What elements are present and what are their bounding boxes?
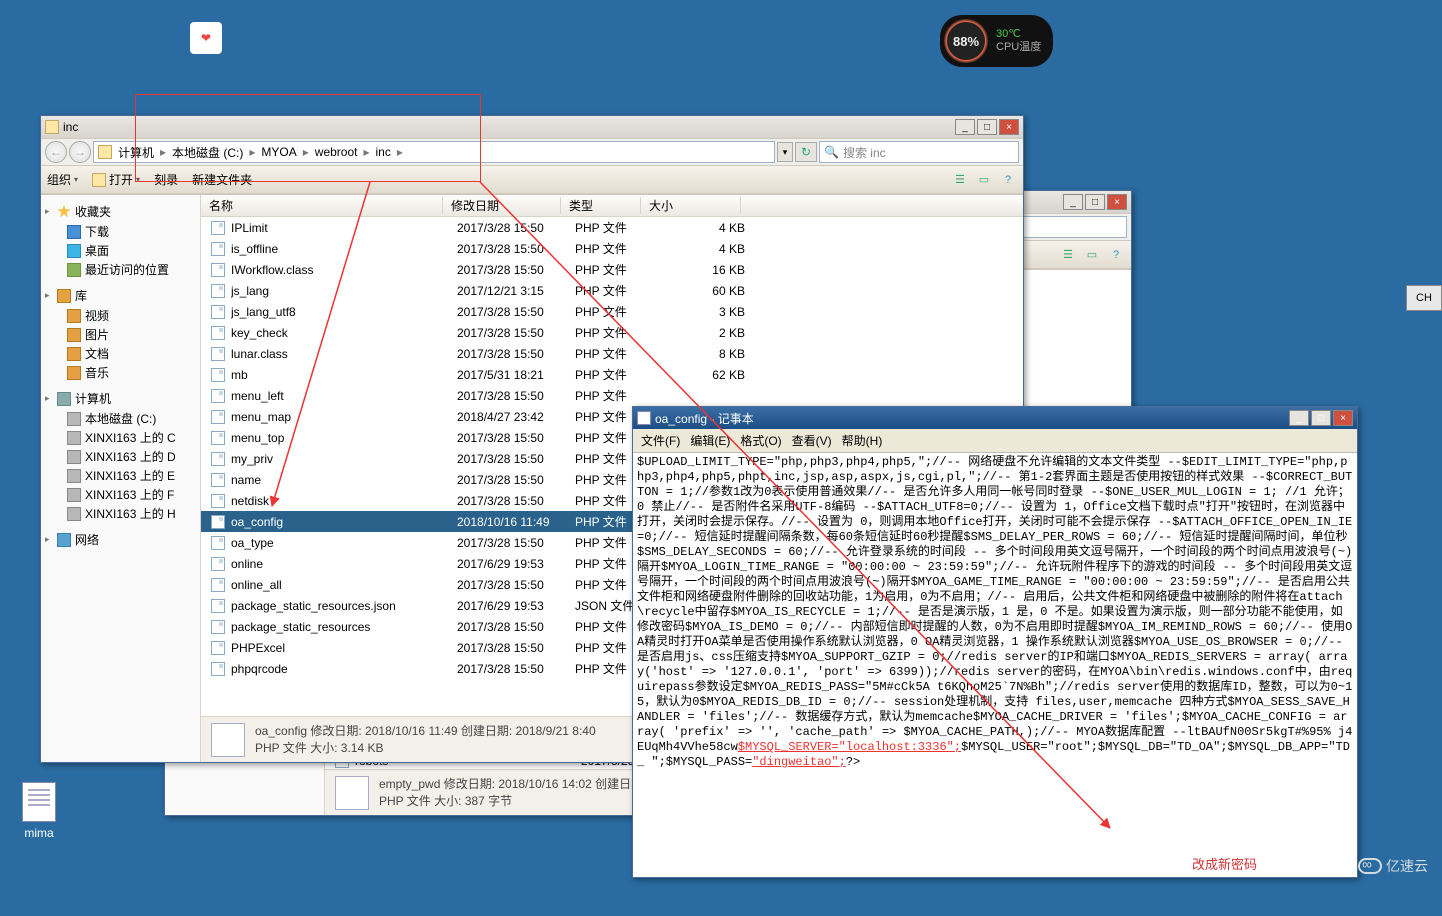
file-row[interactable]: lunar.class2017/3/28 15:50PHP 文件8 KB [201, 343, 1023, 364]
maximize-button[interactable]: □ [977, 119, 997, 135]
file-icon [211, 557, 225, 571]
file-icon [211, 263, 225, 277]
open-icon [92, 173, 106, 187]
refresh-button[interactable]: ↻ [795, 142, 817, 162]
notepad-window: oa_config - 记事本 _ □ × 文件(F) 编辑(E) 格式(O) … [632, 406, 1358, 878]
address-dropdown[interactable]: ▾ [777, 142, 793, 162]
cpu-temp-label: CPU温度 [996, 41, 1041, 54]
menu-help[interactable]: 帮助(H) [838, 431, 887, 450]
password-annotation: 改成新密码 [1192, 854, 1257, 873]
folder-icon [98, 145, 112, 159]
file-icon [211, 452, 225, 466]
file-row[interactable]: menu_left2017/3/28 15:50PHP 文件 [201, 385, 1023, 406]
highlighted-mysql-server: $MYSQL_SERVER="localhost:3336"; [738, 740, 961, 754]
minimize-button[interactable]: _ [1063, 194, 1083, 210]
file-icon [335, 776, 369, 810]
address-bar: ← → 计算机▸ 本地磁盘 (C:)▸ MYOA▸ webroot▸ inc▸ … [41, 138, 1023, 166]
performance-widget: 88% 30℃ CPU温度 [940, 15, 1053, 67]
file-icon [211, 305, 225, 319]
open-menu[interactable]: 打开▾ [92, 171, 140, 188]
minimize-button[interactable]: _ [955, 119, 975, 135]
file-icon [211, 389, 225, 403]
window-title: oa_config - 记事本 [655, 410, 754, 427]
ime-indicator[interactable]: CH [1406, 285, 1442, 311]
download-icon [67, 225, 81, 239]
file-row[interactable]: key_check2017/3/28 15:50PHP 文件2 KB [201, 322, 1023, 343]
menu-bar[interactable]: 文件(F) 编辑(E) 格式(O) 查看(V) 帮助(H) [633, 429, 1357, 453]
file-row[interactable]: js_lang_utf82017/3/28 15:50PHP 文件3 KB [201, 301, 1023, 322]
file-icon [211, 662, 225, 676]
close-button[interactable]: × [1333, 410, 1353, 426]
file-icon [211, 494, 225, 508]
file-icon [211, 723, 245, 757]
text-file-icon [22, 782, 56, 822]
file-icon [211, 620, 225, 634]
menu-file[interactable]: 文件(F) [637, 431, 684, 450]
maximize-button[interactable]: □ [1085, 194, 1105, 210]
file-icon [211, 431, 225, 445]
maximize-button[interactable]: □ [1311, 410, 1331, 426]
drive-icon [67, 412, 81, 426]
file-icon [211, 515, 225, 529]
file-row[interactable]: mb2017/5/31 18:21PHP 文件62 KB [201, 364, 1023, 385]
views-button[interactable]: ☰ [1059, 246, 1077, 264]
titlebar[interactable]: oa_config - 记事本 _ □ × [633, 407, 1357, 429]
memory-percent: 88% [944, 19, 988, 63]
window-title: inc [63, 120, 78, 134]
close-button[interactable]: × [999, 119, 1019, 135]
organize-menu[interactable]: 组织▾ [47, 171, 78, 188]
recent-icon [67, 263, 81, 277]
burn-menu[interactable]: 刻录 [154, 171, 178, 188]
notepad-icon [637, 411, 651, 425]
toolbar: 组织▾ 打开▾ 刻录 新建文件夹 ☰ ▭ ? [41, 166, 1023, 194]
star-icon [57, 205, 71, 219]
network-icon [57, 533, 71, 547]
back-button[interactable]: ← [45, 141, 67, 163]
preview-button[interactable]: ▭ [1083, 246, 1101, 264]
file-icon [211, 221, 225, 235]
file-icon [211, 599, 225, 613]
preview-button[interactable]: ▭ [975, 171, 993, 189]
file-icon [211, 242, 225, 256]
titlebar[interactable]: inc _ □ × [41, 116, 1023, 138]
views-button[interactable]: ☰ [951, 171, 969, 189]
help-button[interactable]: ? [999, 171, 1017, 189]
close-button[interactable]: × [1107, 194, 1127, 210]
file-row[interactable]: IWorkflow.class2017/3/28 15:50PHP 文件16 K… [201, 259, 1023, 280]
forward-button[interactable]: → [69, 141, 91, 163]
file-row[interactable]: js_lang2017/12/21 3:15PHP 文件60 KB [201, 280, 1023, 301]
cpu-temp: 30℃ [996, 28, 1041, 41]
file-icon [211, 347, 225, 361]
file-icon [211, 410, 225, 424]
menu-view[interactable]: 查看(V) [788, 431, 836, 450]
file-icon [211, 284, 225, 298]
file-icon [211, 368, 225, 382]
watermark-logo-icon [1358, 858, 1382, 874]
breadcrumb[interactable]: 计算机▸ 本地磁盘 (C:)▸ MYOA▸ webroot▸ inc▸ [93, 141, 775, 163]
folder-icon [45, 120, 59, 134]
menu-edit[interactable]: 编辑(E) [686, 431, 734, 450]
desktop-file-mima[interactable]: mima [14, 782, 64, 840]
file-icon [211, 473, 225, 487]
computer-icon [57, 392, 71, 406]
menu-format[interactable]: 格式(O) [736, 431, 785, 450]
desktop-icon [67, 244, 81, 258]
file-icon [211, 578, 225, 592]
nav-pane[interactable]: ▸收藏夹 下载 桌面 最近访问的位置 ▸库 视频 图片 文档 音乐 ▸计算机 本… [41, 195, 201, 762]
library-icon [57, 289, 71, 303]
new-folder-button[interactable]: 新建文件夹 [192, 171, 252, 188]
tshirt-icon: ❤ [190, 22, 222, 54]
minimize-button[interactable]: _ [1289, 410, 1309, 426]
watermark: 亿速云 [1358, 856, 1428, 876]
column-headers[interactable]: 名称 修改日期 类型 大小 [201, 195, 1023, 217]
file-icon [211, 326, 225, 340]
file-row[interactable]: is_offline2017/3/28 15:50PHP 文件4 KB [201, 238, 1023, 259]
search-input[interactable]: 🔍 搜索 inc [819, 141, 1019, 163]
file-icon [211, 536, 225, 550]
help-button[interactable]: ? [1107, 246, 1125, 264]
file-icon [211, 641, 225, 655]
highlighted-mysql-pass: "dingweitao"; [752, 755, 846, 769]
file-row[interactable]: IPLimit2017/3/28 15:50PHP 文件4 KB [201, 217, 1023, 238]
notepad-content[interactable]: $UPLOAD_LIMIT_TYPE="php,php3,php4,php5,"… [633, 453, 1357, 877]
